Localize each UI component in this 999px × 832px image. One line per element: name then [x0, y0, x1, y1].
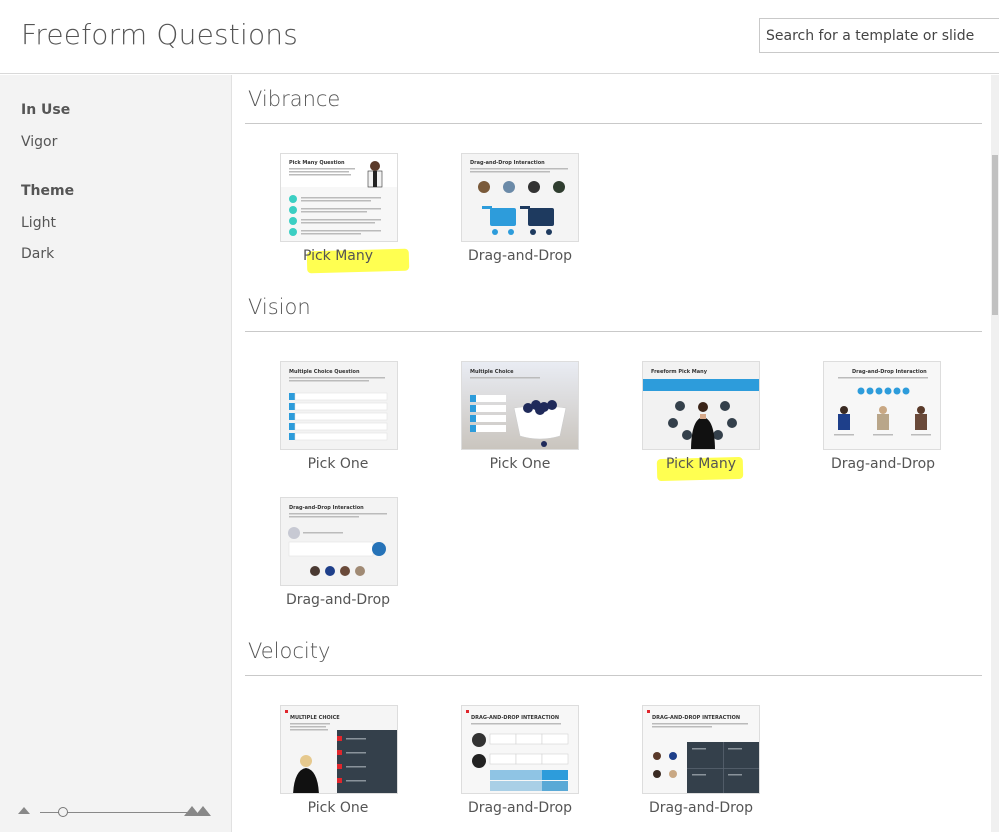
section-divider — [245, 123, 982, 124]
search-box[interactable] — [759, 18, 999, 53]
zoom-thumb[interactable] — [58, 807, 68, 817]
template-thumbnail: Multiple Choice — [461, 361, 579, 450]
thumb-title: Pick Many Question — [289, 160, 345, 166]
template-card-drag-and-drop[interactable]: Drag-and-Drop Interaction Drag-and-Drop — [249, 497, 399, 627]
thumb-title: DRAG-AND-DROP INTERACTION — [652, 715, 740, 721]
template-thumbnail: Drag-and-Drop Interaction — [823, 361, 941, 450]
template-label: Drag-and-Drop — [467, 800, 573, 816]
thumb-title: Freeform Pick Many — [651, 369, 708, 375]
page-title: Freeform Questions — [21, 18, 299, 51]
thumb-title: DRAG-AND-DROP INTERACTION — [471, 715, 559, 721]
zoom-large-icon[interactable] — [184, 804, 214, 818]
thumb-title: MULTIPLE CHOICE — [290, 715, 340, 721]
section-title-vibrance: Vibrance — [248, 87, 341, 111]
template-label: Drag-and-Drop — [285, 592, 391, 608]
template-thumbnail: Multiple Choice Question — [280, 361, 398, 450]
template-label: Pick Many — [665, 456, 737, 472]
template-thumbnail: DRAG-AND-DROP INTERACTION — [461, 705, 579, 794]
template-card-pick-one[interactable]: Multiple Choice Question Pick One — [249, 361, 399, 491]
sidebar-item-dark[interactable]: Dark — [21, 246, 54, 262]
template-label: Pick One — [307, 456, 369, 472]
sidebar-item-light[interactable]: Light — [21, 215, 56, 231]
section-title-vision: Vision — [248, 295, 311, 319]
header: Freeform Questions — [0, 0, 999, 74]
section-title-velocity: Velocity — [248, 639, 331, 663]
template-card-pick-one[interactable]: MULTIPLE CHOICE Pick One — [249, 705, 399, 832]
template-card-drag-and-drop[interactable]: DRAG-AND-DROP INTERACTION Drag-and-Drop — [611, 705, 761, 832]
scrollbar-thumb[interactable] — [992, 155, 998, 315]
template-thumbnail: Drag-and-Drop Interaction — [461, 153, 579, 242]
zoom-slider[interactable] — [18, 804, 218, 818]
thumb-title: Multiple Choice Question — [289, 369, 360, 375]
template-thumbnail: MULTIPLE CHOICE — [280, 705, 398, 794]
template-label: Drag-and-Drop — [648, 800, 754, 816]
template-gallery: Vibrance Pick Many Question Pick Many Dr… — [233, 75, 991, 832]
template-card-drag-and-drop[interactable]: DRAG-AND-DROP INTERACTION Drag-and-Drop — [430, 705, 580, 832]
template-card-pick-many[interactable]: Pick Many Question Pick Many — [249, 153, 410, 283]
template-thumbnail: Freeform Pick Many — [642, 361, 760, 450]
template-card-pick-one[interactable]: Multiple Choice Pick One — [430, 361, 580, 491]
section-divider — [245, 675, 982, 676]
template-thumbnail: Pick Many Question — [280, 153, 398, 242]
vertical-scrollbar[interactable] — [991, 75, 999, 832]
template-card-pick-many[interactable]: Freeform Pick Many Pick Many — [611, 361, 761, 491]
search-input[interactable] — [760, 19, 999, 52]
template-label: Pick Many — [302, 248, 374, 264]
template-label: Drag-and-Drop — [467, 248, 573, 264]
template-label: Drag-and-Drop — [830, 456, 936, 472]
template-thumbnail: DRAG-AND-DROP INTERACTION — [642, 705, 760, 794]
thumb-title: Drag-and-Drop Interaction — [289, 505, 364, 511]
section-divider — [245, 331, 982, 332]
thumb-title: Drag-and-Drop Interaction — [470, 160, 545, 166]
thumb-title: Drag-and-Drop Interaction — [852, 369, 927, 375]
template-card-drag-and-drop[interactable]: Drag-and-Drop Interaction Drag-and-Drop — [430, 153, 580, 283]
thumb-title: Multiple Choice — [470, 369, 514, 375]
template-label: Pick One — [307, 800, 369, 816]
template-label: Pick One — [489, 456, 551, 472]
in-use-heading: In Use — [21, 102, 71, 118]
sidebar: In Use Vigor Theme Light Dark — [0, 75, 232, 832]
sidebar-item-vigor[interactable]: Vigor — [21, 134, 57, 150]
template-thumbnail: Drag-and-Drop Interaction — [280, 497, 398, 586]
zoom-small-icon[interactable] — [18, 807, 30, 814]
theme-heading: Theme — [21, 183, 75, 199]
template-card-drag-and-drop[interactable]: Drag-and-Drop Interaction Drag-and-Drop — [792, 361, 942, 491]
